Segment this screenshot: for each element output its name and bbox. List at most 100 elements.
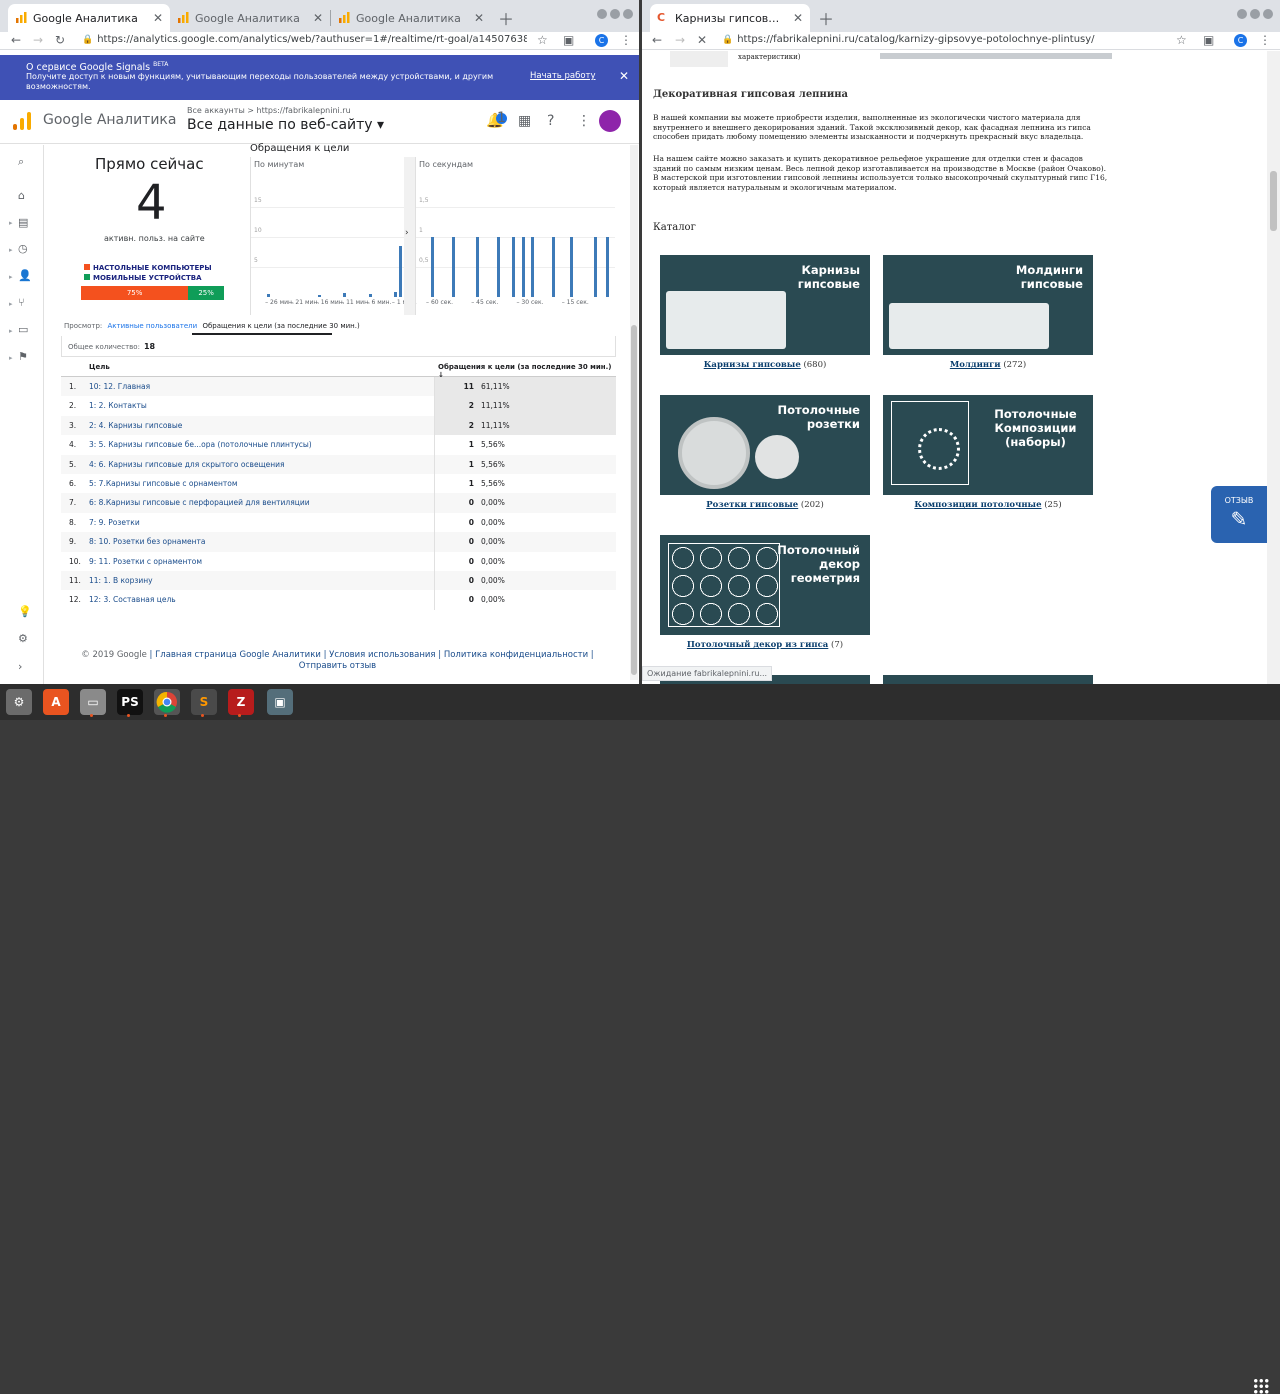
chart-bar[interactable] <box>267 294 271 297</box>
bookmark-star-icon[interactable]: ☆ <box>1176 33 1187 47</box>
tab-close-icon[interactable]: ✕ <box>793 11 803 25</box>
goal-link[interactable]: 6: 8.Карнизы гипсовые с перфорацией для … <box>89 498 310 507</box>
extension-icon[interactable]: ▣ <box>563 33 574 47</box>
menu-icon[interactable]: ⋮ <box>620 33 632 47</box>
phpstorm-icon[interactable]: PS <box>117 689 143 715</box>
chart-bar[interactable] <box>593 237 597 297</box>
toggle-goal-completions[interactable]: Обращения к цели (за последние 30 мин.) <box>202 322 359 330</box>
back-icon[interactable]: ← <box>11 33 21 47</box>
chart-bar[interactable] <box>530 237 534 297</box>
link-rosettes[interactable]: Розетки гипсовые <box>706 500 798 510</box>
bookmark-star-icon[interactable]: ☆ <box>537 33 548 47</box>
breadcrumb[interactable]: Все аккаунты > https://fabrikalepnini.ru <box>187 106 351 115</box>
goal-link[interactable]: 7: 9. Розетки <box>89 518 140 527</box>
scrollbar-thumb[interactable] <box>1270 171 1277 231</box>
collapse-chevron-icon[interactable]: › <box>18 660 22 673</box>
forward-icon[interactable]: → <box>675 33 685 47</box>
chart-bar[interactable] <box>317 294 321 297</box>
scrollbar[interactable] <box>630 145 638 680</box>
tab-close-icon[interactable]: ✕ <box>153 11 163 25</box>
goal-link[interactable]: 8: 10. Розетки без орнамента <box>89 537 205 546</box>
user-avatar[interactable] <box>599 110 621 132</box>
close-window-icon[interactable] <box>623 9 633 19</box>
tab-analytics-2[interactable]: Google Аналитика ✕ <box>170 4 330 32</box>
address-bar[interactable]: 🔒 https://analytics.google.com/analytics/… <box>82 34 527 45</box>
minimize-icon[interactable] <box>1237 9 1247 19</box>
start-button[interactable]: Начать работу <box>530 71 596 81</box>
apps-grid-icon[interactable]: ▦ <box>518 113 531 129</box>
tab-analytics-1[interactable]: Google Аналитика ✕ <box>8 4 170 32</box>
chart-bar[interactable] <box>551 237 555 297</box>
address-bar[interactable]: 🔒 https://fabrikalepnini.ru/catalog/karni… <box>722 34 1162 45</box>
goal-link[interactable]: 4: 6. Карнизы гипсовые для скрытого осве… <box>89 460 285 469</box>
tab-close-icon[interactable]: ✕ <box>313 11 323 25</box>
realtime-clock-icon[interactable]: ◷ <box>18 242 28 255</box>
chart-bar[interactable] <box>512 237 516 297</box>
acquisition-icon[interactable]: ⑂ <box>18 296 25 309</box>
feedback-widget[interactable]: ОТЗЫВ ✎ <box>1211 486 1267 543</box>
goal-link[interactable]: 12: 3. Составная цель <box>89 595 176 604</box>
footer-link-home[interactable]: Главная страница Google Аналитики <box>155 650 321 660</box>
chart-bar[interactable] <box>497 237 501 297</box>
help-icon[interactable]: ? <box>547 113 554 129</box>
footer-link-privacy[interactable]: Политика конфиденциальности <box>444 650 588 660</box>
dashboards-icon[interactable]: ▤ <box>18 216 28 229</box>
show-apps-icon[interactable] <box>1253 1378 1269 1394</box>
goal-link[interactable]: 11: 1. В корзину <box>89 576 153 585</box>
link-moldings[interactable]: Молдинги <box>950 360 1001 370</box>
more-vert-icon[interactable]: ⋮ <box>577 113 591 129</box>
file-manager-icon[interactable]: ▭ <box>80 689 106 715</box>
forward-icon[interactable]: → <box>33 33 43 47</box>
chart-bar[interactable] <box>343 293 347 297</box>
view-selector[interactable]: Все данные по веб-сайту ▾ <box>187 117 384 133</box>
goal-link[interactable]: 10: 12. Главная <box>89 382 150 391</box>
link-geometry[interactable]: Потолочный декор из гипса <box>687 640 828 650</box>
chart-bar[interactable] <box>476 237 480 297</box>
banner-close-icon[interactable]: ✕ <box>619 69 629 83</box>
col-goal[interactable]: Цель <box>89 363 110 371</box>
sublime-text-icon[interactable]: S <box>191 689 217 715</box>
stop-loading-icon[interactable]: ✕ <box>697 33 707 47</box>
extension-icon[interactable]: ▣ <box>1203 33 1214 47</box>
profile-avatar[interactable]: C <box>1234 34 1247 47</box>
chart-expand-arrow-icon[interactable]: › <box>405 228 409 238</box>
chrome-icon[interactable] <box>154 689 180 715</box>
goal-link[interactable]: 1: 2. Контакты <box>89 401 147 410</box>
new-tab-icon[interactable]: ＋ <box>818 6 834 30</box>
link-compositions[interactable]: Композиции потолочные <box>914 500 1041 510</box>
footer-link-feedback[interactable]: Отправить отзыв <box>299 661 376 671</box>
filezilla-icon[interactable]: Z <box>228 689 254 715</box>
app-store-icon[interactable]: A <box>43 689 69 715</box>
scrollbar[interactable] <box>1267 51 1280 684</box>
goal-link[interactable]: 3: 5. Карнизы гипсовые бе...ора (потолоч… <box>89 440 312 449</box>
maximize-icon[interactable] <box>1250 9 1260 19</box>
tab-analytics-3[interactable]: Google Аналитика ✕ <box>331 4 491 32</box>
scrollbar-thumb[interactable] <box>631 325 637 675</box>
tab-site[interactable]: C Карнизы гипсовые | Фаб ✕ <box>650 4 810 32</box>
tile-compositions[interactable]: Потолочные Композиции (наборы) <box>883 395 1093 495</box>
chart-bar[interactable] <box>569 237 573 297</box>
chart-bar[interactable] <box>521 237 525 297</box>
home-icon[interactable]: ⌂ <box>18 189 25 202</box>
conversions-flag-icon[interactable]: ⚑ <box>18 350 28 363</box>
settings-gear-icon[interactable]: ⚙ <box>18 632 28 645</box>
minimize-icon[interactable] <box>597 9 607 19</box>
menu-icon[interactable]: ⋮ <box>1259 33 1271 47</box>
goal-link[interactable]: 9: 11. Розетки с орнаментом <box>89 557 202 566</box>
profile-avatar[interactable]: C <box>595 34 608 47</box>
chart-bar[interactable] <box>431 237 435 297</box>
new-tab-icon[interactable]: ＋ <box>498 6 514 30</box>
goal-link[interactable]: 5: 7.Карнизы гипсовые с орнаментом <box>89 479 238 488</box>
tile-geometry[interactable]: Потолочный декор геометрия <box>660 535 870 635</box>
chart-bar[interactable] <box>368 294 372 297</box>
chart-bar[interactable] <box>452 237 456 297</box>
lightbulb-icon[interactable]: 💡 <box>18 605 32 618</box>
maximize-icon[interactable] <box>610 9 620 19</box>
link-cornices[interactable]: Карнизы гипсовые <box>704 360 801 370</box>
chart-bar[interactable] <box>393 292 397 297</box>
back-icon[interactable]: ← <box>652 33 662 47</box>
tab-close-icon[interactable]: ✕ <box>474 11 484 25</box>
tile-cornices[interactable]: Карнизы гипсовые <box>660 255 870 355</box>
reload-icon[interactable]: ↻ <box>55 33 65 47</box>
footer-link-terms[interactable]: Условия использования <box>329 650 435 660</box>
